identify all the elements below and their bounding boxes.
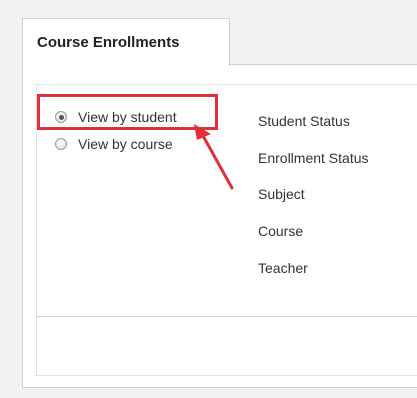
radio-unselected-icon[interactable] [55,138,67,150]
filter-course[interactable]: Course [258,223,303,239]
filter-enrollment-status[interactable]: Enrollment Status [258,150,369,166]
course-enrollments-screen: Course Enrollments View by student View … [0,0,417,398]
annotation-arrow-icon [194,124,234,190]
radio-label-view-by-course: View by course [78,136,173,152]
filter-student-status[interactable]: Student Status [258,113,350,129]
tab-strip-divider [229,64,417,65]
filter-subject[interactable]: Subject [258,186,305,202]
tab-label: Course Enrollments [37,34,180,51]
radio-view-by-course[interactable]: View by course [55,135,173,153]
filter-teacher[interactable]: Teacher [258,260,308,276]
tab-course-enrollments[interactable]: Course Enrollments [22,18,230,66]
filter-panel-divider [36,316,417,317]
